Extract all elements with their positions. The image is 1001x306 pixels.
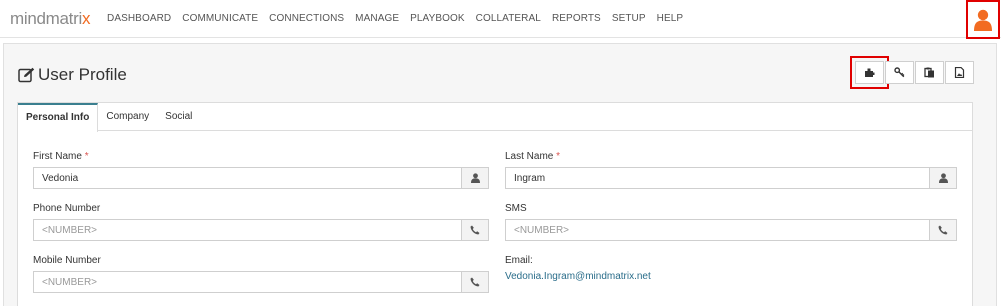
- first-name-input[interactable]: [34, 168, 461, 188]
- last-name-addon: [929, 168, 956, 188]
- profile-card: Personal Info Company Social First Name …: [17, 102, 973, 306]
- puzzle-icon: [865, 68, 875, 77]
- phone-icon: [470, 277, 480, 287]
- tab-social[interactable]: Social: [157, 103, 200, 131]
- mobile-label: Mobile Number: [33, 255, 101, 266]
- last-name-label-text: Last Name: [505, 151, 554, 162]
- email-link[interactable]: Vedonia.Ingram@mindmatrix.net: [505, 271, 651, 282]
- phone-input[interactable]: [34, 220, 461, 240]
- nav-dashboard[interactable]: DASHBOARD: [107, 13, 171, 24]
- first-name-addon: [461, 168, 488, 188]
- phone-addon: [461, 220, 488, 240]
- mindmatrix-logo[interactable]: mindmatrix: [10, 9, 90, 29]
- required-marker: *: [84, 151, 89, 162]
- first-name-group: [33, 167, 489, 189]
- first-name-label-text: First Name: [33, 151, 82, 162]
- image-button[interactable]: [945, 61, 974, 84]
- copy-button[interactable]: [915, 61, 944, 84]
- last-name-label: Last Name *: [505, 151, 560, 162]
- nav-connections[interactable]: CONNECTIONS: [269, 13, 344, 24]
- user-menu-button[interactable]: [966, 0, 1000, 39]
- page-header: User Profile: [18, 65, 127, 85]
- nav-reports[interactable]: REPORTS: [552, 13, 601, 24]
- change-password-button[interactable]: [885, 61, 914, 84]
- top-navbar: mindmatrix DASHBOARD COMMUNICATE CONNECT…: [0, 0, 1001, 39]
- page-title: User Profile: [38, 65, 127, 84]
- main-nav: DASHBOARD COMMUNICATE CONNECTIONS MANAGE…: [107, 13, 694, 24]
- profile-toolbar: [850, 56, 975, 89]
- first-name-label: First Name *: [33, 151, 89, 162]
- clipboard-icon: [924, 67, 934, 78]
- nav-playbook[interactable]: PLAYBOOK: [410, 13, 465, 24]
- tab-personal-info[interactable]: Personal Info: [18, 103, 99, 132]
- profile-tabs: Personal Info Company Social: [18, 103, 972, 132]
- last-name-group: [505, 167, 957, 189]
- nav-setup[interactable]: SETUP: [612, 13, 646, 24]
- user-icon: [938, 173, 948, 183]
- phone-group: [33, 219, 489, 241]
- required-marker: *: [556, 151, 561, 162]
- mobile-group: [33, 271, 489, 293]
- nav-manage[interactable]: MANAGE: [355, 13, 399, 24]
- sms-group: [505, 219, 957, 241]
- sms-label: SMS: [505, 203, 527, 214]
- mobile-addon: [461, 272, 488, 292]
- user-icon: [974, 9, 992, 31]
- logo-text: mindmatri: [10, 9, 82, 28]
- nav-help[interactable]: HELP: [657, 13, 684, 24]
- main-panel: User Profile Personal Info Company Socia…: [3, 43, 997, 306]
- sms-addon: [929, 220, 956, 240]
- key-icon: [894, 67, 905, 78]
- nav-collateral[interactable]: COLLATERAL: [476, 13, 541, 24]
- image-icon: [954, 67, 965, 78]
- user-icon: [470, 173, 480, 183]
- phone-label: Phone Number: [33, 203, 101, 214]
- phone-icon: [470, 225, 480, 235]
- nav-communicate[interactable]: COMMUNICATE: [182, 13, 258, 24]
- mobile-input[interactable]: [34, 272, 461, 292]
- tab-company[interactable]: Company: [98, 103, 157, 131]
- email-label: Email:: [505, 255, 533, 266]
- integrations-button[interactable]: [850, 56, 889, 89]
- edit-icon: [18, 67, 35, 83]
- logo-accent-text: x: [81, 9, 91, 28]
- sms-input[interactable]: [506, 220, 929, 240]
- last-name-input[interactable]: [506, 168, 929, 188]
- phone-icon: [938, 225, 948, 235]
